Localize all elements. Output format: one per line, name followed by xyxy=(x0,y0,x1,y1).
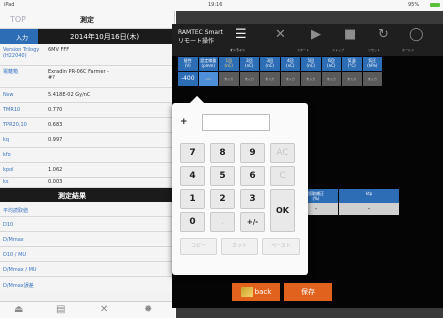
column-header: 5回 (nC) xyxy=(301,57,321,71)
battery-icon xyxy=(430,3,440,7)
column-header: 気温 (°C) xyxy=(342,57,362,71)
key-7[interactable]: 7 xyxy=(180,143,205,163)
result-item[interactable]: 平均読取値 xyxy=(0,202,174,217)
value-cell[interactable]: 未入力 xyxy=(301,72,321,86)
tab-tools-icon[interactable]: ✕ xyxy=(100,304,108,315)
key-sign-toggle[interactable]: +/- xyxy=(240,212,265,232)
tab-home-icon[interactable]: ⏏ xyxy=(14,304,23,315)
list-item[interactable]: TPR20,10 0.683 xyxy=(0,118,174,133)
clock: 19:16 xyxy=(208,2,223,8)
input-tab[interactable]: 入力 xyxy=(0,29,38,44)
left-panel: TOP 測定 入力 2014年10月16日(木) Version Trilogy… xyxy=(0,11,175,318)
result-item[interactable]: D/Mmax xyxy=(0,232,174,247)
hold-icon[interactable]: ◯ xyxy=(409,27,424,42)
back-button[interactable]: back xyxy=(232,283,280,301)
key-5[interactable]: 5 xyxy=(210,166,235,186)
list-item[interactable]: kpol 1.062 xyxy=(0,163,174,178)
play-icon[interactable]: ▶ xyxy=(311,27,321,42)
battery: 95% xyxy=(408,2,420,8)
value-cell[interactable]: 未入力 xyxy=(239,72,259,86)
tab-bar: ⏏ ▤ ✕ ✹ xyxy=(0,301,175,318)
column-header: 4回 (nC) xyxy=(280,57,300,71)
column-header: 6回 (nC) xyxy=(321,57,341,71)
tab-document-icon[interactable]: ▤ xyxy=(56,304,65,315)
number-input[interactable] xyxy=(202,114,270,131)
value-cell[interactable]: 未入力 xyxy=(260,72,280,86)
copy-button[interactable]: コピー xyxy=(180,238,217,255)
column-header: 気圧 (hPa) xyxy=(362,57,382,71)
column-header: 極性 (V) xyxy=(178,57,198,71)
value-cell[interactable]: 未入力 xyxy=(342,72,362,86)
status-bar: iPad 19:16 95% xyxy=(0,0,443,11)
key-9[interactable]: 9 xyxy=(240,143,265,163)
key-1[interactable]: 1 xyxy=(180,189,205,209)
paste-button[interactable]: ペースト xyxy=(262,238,300,255)
sign-indicator: + xyxy=(180,117,188,127)
key-6[interactable]: 6 xyxy=(240,166,265,186)
page-title: 測定 xyxy=(80,16,94,24)
result-column: ktp - xyxy=(339,189,399,215)
value-cell[interactable]: 未入力 xyxy=(280,72,300,86)
cut-button[interactable]: カット xyxy=(221,238,258,255)
key-8[interactable]: 8 xyxy=(210,143,235,163)
list-item[interactable]: Nsw 5.418E-02 Gy/nC xyxy=(0,88,174,103)
tab-settings-icon[interactable]: ✹ xyxy=(144,304,152,315)
reset-icon[interactable]: ↻ xyxy=(378,27,389,42)
list-item[interactable]: kq 0.997 xyxy=(0,133,174,148)
measure-date: 2014年10月16日(木) xyxy=(70,33,140,41)
key-all-clear[interactable]: AC xyxy=(270,143,295,163)
list-item[interactable]: Version Trilogy (H22040) 6MV FFF xyxy=(0,44,174,66)
save-button[interactable]: 保存 xyxy=(284,283,332,301)
value-cell[interactable]: 未入力 xyxy=(362,72,382,86)
section-header: 測定結果 xyxy=(0,188,174,202)
list-item[interactable]: ks 0.003 xyxy=(0,178,174,188)
column-header: 3回 (nC) xyxy=(260,57,280,71)
value-cell[interactable]: 100 xyxy=(198,72,218,86)
value-cell[interactable]: -400 xyxy=(178,72,198,86)
stop-icon[interactable]: ■ xyxy=(344,27,356,42)
list-item[interactable]: 電離箱 Exradin PR-06C Farmer - #? xyxy=(0,66,174,88)
nav-bar: TOP 測定 xyxy=(0,11,174,29)
numeric-keypad: + 7 8 9 AC 4 5 6 C 1 2 3 OK 0 . +/- コピー … xyxy=(172,95,308,275)
key-clear[interactable]: C xyxy=(270,166,295,186)
key-3[interactable]: 3 xyxy=(240,189,265,209)
modal-subtitle: リモート操作 xyxy=(178,38,215,45)
modal-title: RAMTEC Smart xyxy=(178,29,223,36)
column-header: 2回 (nC) xyxy=(239,57,259,71)
list-item[interactable]: kfo xyxy=(0,148,174,163)
key-decimal[interactable]: . xyxy=(210,212,235,232)
column-header: 1回 (nC) xyxy=(219,57,239,71)
top-back-button[interactable]: TOP xyxy=(10,15,26,24)
carrier: iPad xyxy=(4,2,15,8)
table-row: -400 100 未入力 未入力 未入力 未入力 未入力 未入力 未入力 未入力 xyxy=(178,72,383,86)
result-item[interactable]: D/Mmax / MU xyxy=(0,262,174,277)
close-icon[interactable]: ✕ xyxy=(275,27,286,42)
result-item[interactable]: D10 xyxy=(0,217,174,232)
list-item[interactable]: TMR10 0.770 xyxy=(0,103,174,118)
table-header: 極性 (V) 設定線量 (pmm) 1回 (nC) 2回 (nC) 3回 (nC) 4回(… xyxy=(178,57,383,71)
pencil-icon xyxy=(240,287,253,297)
date-row[interactable]: 入力 2014年10月16日(木) xyxy=(0,29,174,44)
result-item[interactable]: D10 / MU xyxy=(0,247,174,262)
result-item[interactable]: D/Mmax誤差 xyxy=(0,277,174,292)
key-0[interactable]: 0 xyxy=(180,212,205,232)
value-cell[interactable]: 未入力 xyxy=(321,72,341,86)
key-ok[interactable]: OK xyxy=(270,189,295,232)
menu-icon[interactable]: ☰ xyxy=(235,27,247,42)
key-4[interactable]: 4 xyxy=(180,166,205,186)
key-2[interactable]: 2 xyxy=(210,189,235,209)
column-header: 設定線量 (pmm) xyxy=(198,57,218,71)
modal-header: RAMTEC Smart リモート操作 ☰ ✕ ▶ ■ ↻ ◯ オンライン スタ… xyxy=(172,24,443,56)
value-cell[interactable]: 未入力 xyxy=(219,72,239,86)
measure-table: 極性 (V) 設定線量 (pmm) 1回 (nC) 2回 (nC) 3回 (nC) 4回(… xyxy=(178,57,383,86)
